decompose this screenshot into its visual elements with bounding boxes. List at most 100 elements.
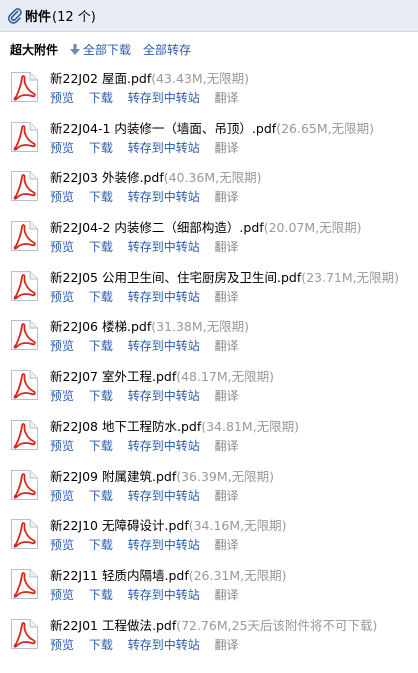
attachment-list: 新22J02 屋面.pdf(43.43M,无限期) 预览 下载 转存到中转站 翻… <box>0 66 418 662</box>
translate-link[interactable]: 翻译 <box>215 638 239 652</box>
attachment-filename[interactable]: 新22J09 附属建筑.pdf <box>50 469 176 484</box>
preview-link[interactable]: 预览 <box>50 588 74 602</box>
transfer-to-station-link[interactable]: 转存到中转站 <box>128 240 200 254</box>
transfer-to-station-link[interactable]: 转存到中转站 <box>128 588 200 602</box>
transfer-all-label: 全部转存 <box>143 42 192 57</box>
attachment-item: 新22J01 工程做法.pdf(72.76M,25天后该附件将不可下载) 预览 … <box>9 613 418 663</box>
preview-link[interactable]: 预览 <box>50 290 74 304</box>
transfer-to-station-link[interactable]: 转存到中转站 <box>128 538 200 552</box>
attachment-item: 新22J06 楼梯.pdf(31.38M,无限期) 预览 下载 转存到中转站 翻… <box>9 314 418 364</box>
download-link[interactable]: 下载 <box>89 489 113 503</box>
pdf-file-icon <box>11 270 38 301</box>
attachment-actions: 预览 下载 转存到中转站 翻译 <box>50 238 361 256</box>
translate-link[interactable]: 翻译 <box>215 389 239 403</box>
attachment-actions: 预览 下载 转存到中转站 翻译 <box>50 188 262 206</box>
translate-link[interactable]: 翻译 <box>215 190 239 204</box>
attachment-filename[interactable]: 新22J04-2 内装修二（细部构造）.pdf <box>50 220 264 235</box>
attachment-actions: 预览 下载 转存到中转站 翻译 <box>50 387 274 405</box>
attachment-filename[interactable]: 新22J07 室外工程.pdf <box>50 369 176 384</box>
download-link[interactable]: 下载 <box>89 588 113 602</box>
attachment-filename-line: 新22J11 轻质内隔墙.pdf(26.31M,无限期) <box>50 566 287 586</box>
attachment-meta: (48.17M,无限期) <box>176 369 275 385</box>
download-link[interactable]: 下载 <box>89 141 113 155</box>
download-link[interactable]: 下载 <box>89 240 113 254</box>
preview-link[interactable]: 预览 <box>50 190 74 204</box>
attachment-meta: (36.39M,无限期) <box>176 468 275 484</box>
download-link[interactable]: 下载 <box>89 439 113 453</box>
download-link[interactable]: 下载 <box>89 638 113 652</box>
attachment-item: 新22J05 公用卫生间、住宅厨房及卫生间.pdf(23.71M,无限期) 预览… <box>9 265 418 315</box>
download-all-button[interactable]: 全部下载 <box>70 41 131 58</box>
attachment-meta: (31.38M,无限期) <box>151 319 250 335</box>
preview-link[interactable]: 预览 <box>50 141 74 155</box>
transfer-to-station-link[interactable]: 转存到中转站 <box>128 91 200 105</box>
attachment-filename-line: 新22J06 楼梯.pdf(31.38M,无限期) <box>50 317 250 337</box>
preview-link[interactable]: 预览 <box>50 489 74 503</box>
attachments-toolbar: 超大附件 全部下载 全部转存 <box>0 32 418 66</box>
attachment-filename[interactable]: 新22J01 工程做法.pdf <box>50 618 176 633</box>
download-link[interactable]: 下载 <box>89 290 113 304</box>
preview-link[interactable]: 预览 <box>50 240 74 254</box>
preview-link[interactable]: 预览 <box>50 638 74 652</box>
attachment-filename[interactable]: 新22J02 屋面.pdf <box>50 71 151 86</box>
transfer-all-button[interactable]: 全部转存 <box>143 41 191 58</box>
attachment-actions: 预览 下载 转存到中转站 翻译 <box>50 487 274 505</box>
translate-link[interactable]: 翻译 <box>215 439 239 453</box>
attachment-info: 新22J07 室外工程.pdf(48.17M,无限期) 预览 下载 转存到中转站… <box>50 367 274 405</box>
attachment-filename-line: 新22J04-2 内装修二（细部构造）.pdf(20.07M,无限期) <box>50 218 361 238</box>
pdf-file-icon <box>11 618 38 649</box>
attachment-actions: 预览 下载 转存到中转站 翻译 <box>50 89 250 107</box>
attachment-filename-line: 新22J04-1 内装修一（墙面、吊顶）.pdf(26.65M,无限期) <box>50 119 374 139</box>
attachment-filename[interactable]: 新22J06 楼梯.pdf <box>50 319 151 334</box>
translate-link[interactable]: 翻译 <box>215 240 239 254</box>
transfer-to-station-link[interactable]: 转存到中转站 <box>128 339 200 353</box>
attachment-item: 新22J02 屋面.pdf(43.43M,无限期) 预览 下载 转存到中转站 翻… <box>9 66 418 116</box>
preview-link[interactable]: 预览 <box>50 91 74 105</box>
translate-link[interactable]: 翻译 <box>215 489 239 503</box>
attachment-filename-line: 新22J09 附属建筑.pdf(36.39M,无限期) <box>50 467 274 487</box>
attachment-filename[interactable]: 新22J11 轻质内隔墙.pdf <box>50 568 189 583</box>
download-arrow-icon <box>70 43 81 55</box>
attachment-item: 新22J07 室外工程.pdf(48.17M,无限期) 预览 下载 转存到中转站… <box>9 364 418 414</box>
attachment-info: 新22J03 外装修.pdf(40.36M,无限期) 预览 下载 转存到中转站 … <box>50 168 262 206</box>
preview-link[interactable]: 预览 <box>50 339 74 353</box>
download-link[interactable]: 下载 <box>89 91 113 105</box>
attachment-filename[interactable]: 新22J10 无障碍设计.pdf <box>50 518 189 533</box>
attachment-filename[interactable]: 新22J08 地下工程防水.pdf <box>50 419 201 434</box>
translate-link[interactable]: 翻译 <box>215 91 239 105</box>
download-link[interactable]: 下载 <box>89 538 113 552</box>
translate-link[interactable]: 翻译 <box>215 588 239 602</box>
attachment-item: 新22J03 外装修.pdf(40.36M,无限期) 预览 下载 转存到中转站 … <box>9 165 418 215</box>
attachments-header: 附件 (12 个) <box>0 0 418 32</box>
translate-link[interactable]: 翻译 <box>215 290 239 304</box>
transfer-to-station-link[interactable]: 转存到中转站 <box>128 190 200 204</box>
preview-link[interactable]: 预览 <box>50 389 74 403</box>
paperclip-icon <box>8 7 22 24</box>
attachment-filename[interactable]: 新22J03 外装修.pdf <box>50 170 164 185</box>
transfer-to-station-link[interactable]: 转存到中转站 <box>128 439 200 453</box>
transfer-to-station-link[interactable]: 转存到中转站 <box>128 141 200 155</box>
attachment-filename[interactable]: 新22J04-1 内装修一（墙面、吊顶）.pdf <box>50 121 276 136</box>
transfer-to-station-link[interactable]: 转存到中转站 <box>128 489 200 503</box>
translate-link[interactable]: 翻译 <box>215 339 239 353</box>
pdf-file-icon <box>11 72 38 102</box>
preview-link[interactable]: 预览 <box>50 439 74 453</box>
download-link[interactable]: 下载 <box>89 339 113 353</box>
attachment-filename-line: 新22J02 屋面.pdf(43.43M,无限期) <box>50 69 250 89</box>
download-link[interactable]: 下载 <box>89 190 113 204</box>
preview-link[interactable]: 预览 <box>50 538 74 552</box>
translate-link[interactable]: 翻译 <box>215 141 239 155</box>
attachment-actions: 预览 下载 转存到中转站 翻译 <box>50 337 250 355</box>
transfer-to-station-link[interactable]: 转存到中转站 <box>128 389 200 403</box>
attachment-meta: (34.16M,无限期) <box>188 518 287 534</box>
transfer-to-station-link[interactable]: 转存到中转站 <box>128 638 200 652</box>
attachment-item: 新22J09 附属建筑.pdf(36.39M,无限期) 预览 下载 转存到中转站… <box>9 464 418 514</box>
attachment-actions: 预览 下载 转存到中转站 翻译 <box>50 536 287 554</box>
download-link[interactable]: 下载 <box>89 389 113 403</box>
attachment-filename[interactable]: 新22J05 公用卫生间、住宅厨房及卫生间.pdf <box>50 270 301 285</box>
attachment-filename-line: 新22J10 无障碍设计.pdf(34.16M,无限期) <box>50 516 287 536</box>
transfer-to-station-link[interactable]: 转存到中转站 <box>128 290 200 304</box>
translate-link[interactable]: 翻译 <box>215 538 239 552</box>
attachment-filename-line: 新22J07 室外工程.pdf(48.17M,无限期) <box>50 367 274 387</box>
pdf-file-icon <box>11 121 38 152</box>
